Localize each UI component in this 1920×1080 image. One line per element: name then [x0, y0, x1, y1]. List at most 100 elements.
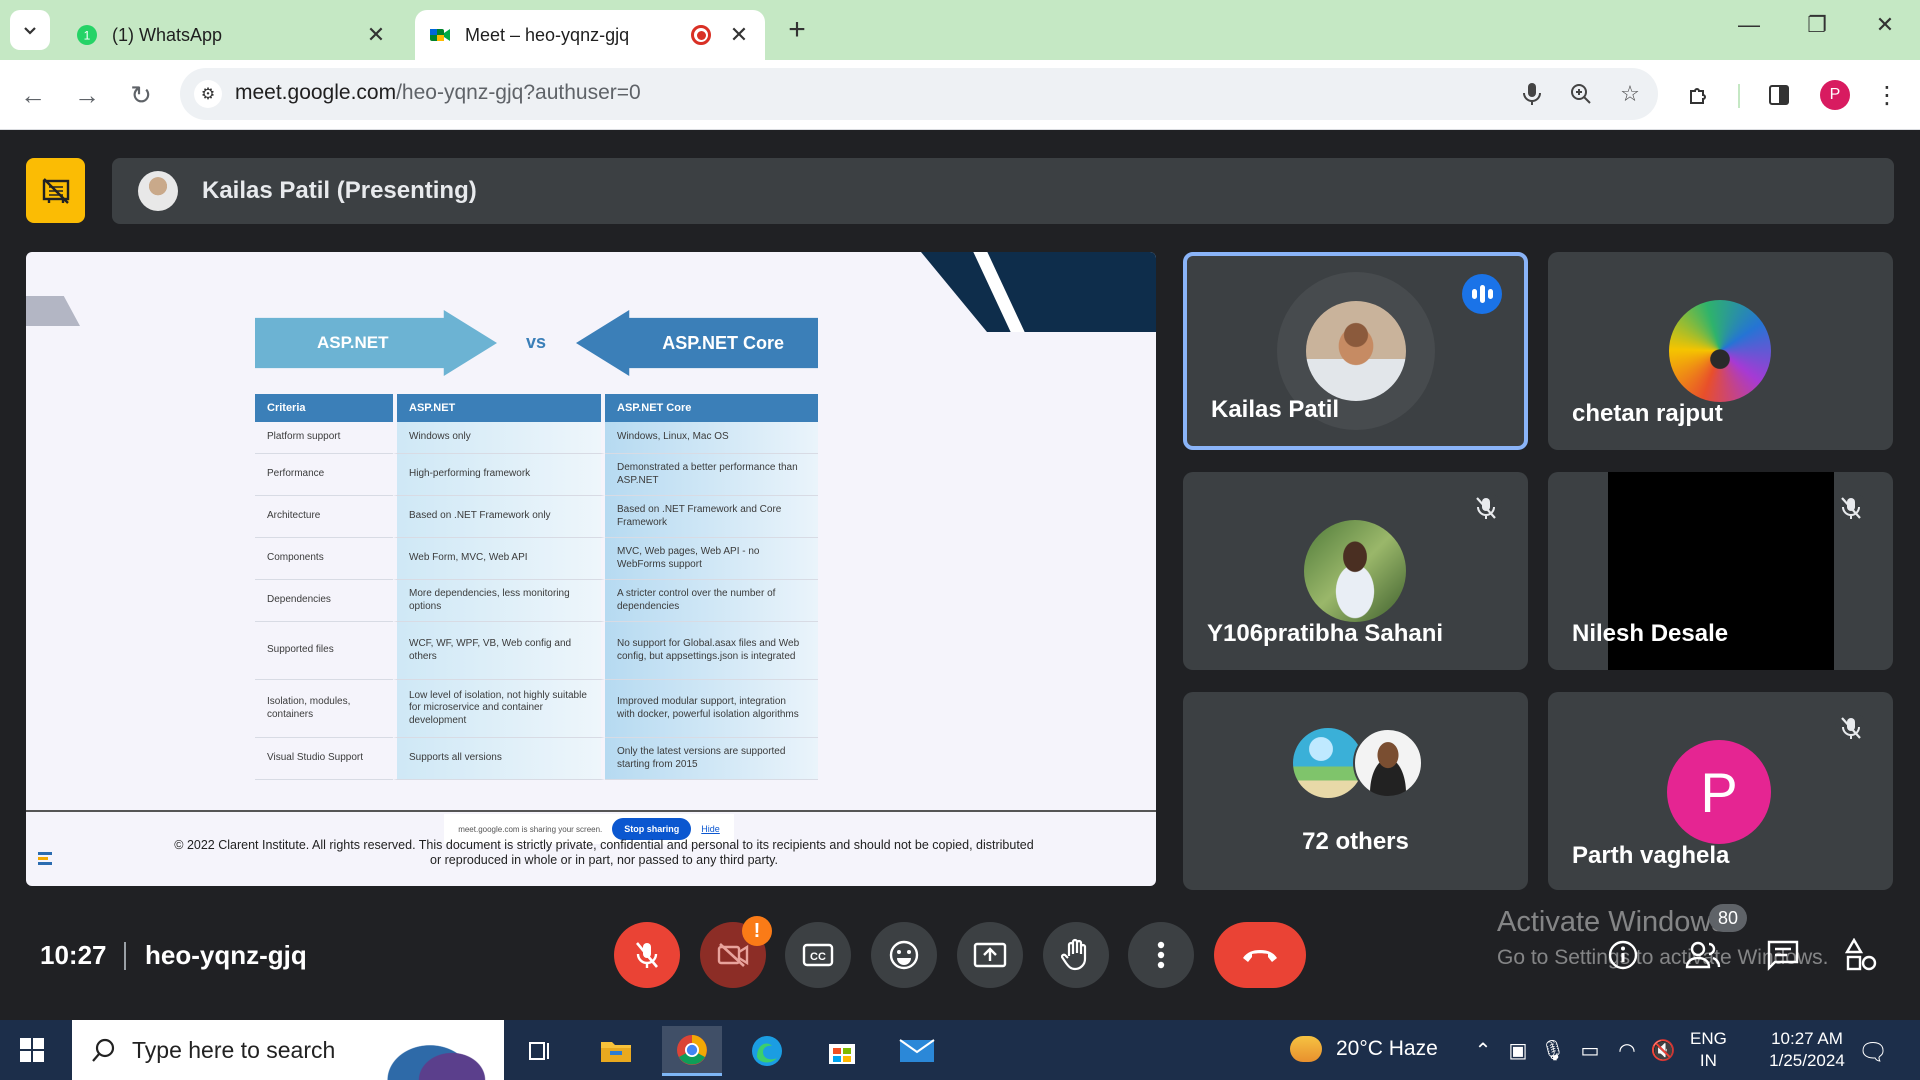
wifi-icon[interactable]: ◠ — [1614, 1038, 1640, 1063]
chat-button[interactable] — [1762, 934, 1804, 976]
extensions-icon[interactable] — [1682, 78, 1716, 112]
microphone-icon[interactable] — [1518, 80, 1546, 108]
participant-tile-nilesh-desale[interactable]: Nilesh Desale — [1548, 472, 1893, 670]
forward-icon[interactable]: → — [70, 78, 104, 112]
captions-button[interactable]: CC — [785, 922, 851, 988]
windows-taskbar: Type here to search 20°C Haze ⌃ ▣ 🎙 ▭ ◠ … — [0, 1020, 1920, 1080]
bookmark-star-icon[interactable]: ☆ — [1616, 80, 1644, 108]
weather-widget[interactable]: 20°C Haze — [1290, 1036, 1438, 1062]
new-tab-button[interactable]: + — [782, 14, 812, 46]
slide-arrow-aspnet: ASP.NET — [255, 310, 497, 376]
table-cell: Platform support — [255, 422, 393, 454]
raise-hand-icon — [1061, 938, 1087, 971]
tab-meet[interactable]: Meet – heo-yqnz-gjq ✕ — [415, 10, 765, 60]
region-code: IN — [1699, 1051, 1717, 1070]
site-info-icon[interactable]: ⚙ — [194, 80, 222, 108]
meeting-clock: 10:27 — [40, 940, 107, 970]
avatar — [1306, 301, 1406, 401]
stop-presenting-badge[interactable] — [26, 158, 85, 223]
close-window-icon[interactable]: ✕ — [1870, 12, 1900, 38]
search-icon — [92, 1038, 115, 1062]
taskbar-time: 10:27 AM — [1771, 1029, 1843, 1048]
toolbar-divider — [1738, 84, 1740, 108]
input-language[interactable]: ENG IN — [1690, 1028, 1727, 1072]
back-icon[interactable]: ← — [16, 78, 50, 112]
reload-icon[interactable]: ↻ — [124, 78, 158, 112]
shared-screen[interactable]: ASP.NET vs ASP.NET Core Criteria ASP.NET… — [26, 252, 1156, 886]
windows-start-icon[interactable] — [20, 1038, 44, 1062]
side-panel-icon[interactable] — [1762, 78, 1796, 112]
participant-name: Y106pratibha Sahani — [1207, 620, 1444, 647]
edge-icon[interactable] — [737, 1026, 797, 1076]
more-options-button[interactable] — [1128, 922, 1194, 988]
search-highlight-art — [386, 1026, 496, 1080]
close-tab-icon[interactable]: ✕ — [364, 22, 388, 48]
taskbar-search-box[interactable]: Type here to search — [72, 1020, 504, 1080]
tab-title: (1) WhatsApp — [112, 24, 223, 45]
emoji-icon — [889, 940, 919, 970]
tab-whatsapp[interactable]: 1 (1) WhatsApp ✕ — [62, 10, 402, 60]
zoom-icon[interactable] — [1567, 80, 1595, 108]
weather-text: 20°C Haze — [1336, 1037, 1438, 1060]
tab-search-button[interactable] — [10, 10, 50, 50]
camera-off-icon — [717, 943, 749, 967]
mail-icon[interactable] — [887, 1026, 947, 1076]
google-meet-icon — [430, 29, 450, 41]
divider — [124, 942, 126, 970]
microphone-toggle-button[interactable] — [614, 922, 680, 988]
minimize-icon[interactable]: — — [1734, 12, 1764, 38]
chrome-icon[interactable] — [662, 1026, 722, 1076]
mic-off-icon — [1835, 712, 1867, 744]
meeting-details-button[interactable] — [1602, 934, 1644, 976]
notifications-icon[interactable]: 🗨 — [1858, 1038, 1888, 1067]
microphone-tray-icon[interactable]: 🎙 — [1540, 1038, 1566, 1063]
table-row: Architecture Based on .NET Framework onl… — [255, 496, 818, 538]
taskbar-clock[interactable]: 10:27 AM 1/25/2024 — [1752, 1028, 1862, 1072]
participant-name: Kailas Patil — [1211, 396, 1340, 423]
restore-icon[interactable]: ❐ — [1802, 12, 1832, 38]
url-text[interactable]: meet.google.com/heo-yqnz-gjq?authuser=0 — [235, 81, 641, 105]
hide-share-notice-link[interactable]: Hide — [701, 824, 720, 834]
profile-avatar[interactable]: P — [1820, 80, 1850, 110]
leave-call-button[interactable] — [1214, 922, 1306, 988]
table-cell: Visual Studio Support — [255, 738, 393, 780]
show-hidden-icons-icon[interactable]: ⌃ — [1470, 1038, 1496, 1063]
activities-button[interactable] — [1840, 934, 1882, 976]
menu-kebab-icon[interactable]: ⋮ — [1870, 78, 1904, 112]
present-screen-icon — [973, 942, 1007, 968]
reactions-button[interactable] — [871, 922, 937, 988]
volume-muted-icon[interactable]: 🔇 — [1650, 1038, 1676, 1063]
table-cell: Only the latest versions are supported s… — [605, 738, 818, 780]
raise-hand-button[interactable] — [1043, 922, 1109, 988]
whatsapp-icon: 1 — [77, 25, 97, 45]
table-cell: Low level of isolation, not highly suita… — [393, 680, 605, 738]
warning-badge-icon: ! — [742, 916, 772, 946]
others-count-label: 72 others — [1302, 828, 1409, 855]
participant-tile-parth-vaghela[interactable]: P Parth vaghela — [1548, 692, 1893, 890]
close-tab-icon[interactable]: ✕ — [727, 22, 751, 48]
table-row: Platform support Windows only Windows, L… — [255, 422, 818, 454]
battery-icon[interactable]: ▭ — [1577, 1038, 1603, 1063]
people-button[interactable] — [1682, 934, 1724, 976]
address-bar[interactable]: ⚙ meet.google.com/heo-yqnz-gjq?authuser=… — [180, 68, 1658, 120]
table-row: Visual Studio Support Supports all versi… — [255, 738, 818, 780]
mic-off-icon — [1835, 492, 1867, 524]
table-row: Dependencies More dependencies, less mon… — [255, 580, 818, 622]
meet-now-icon[interactable]: ▣ — [1505, 1038, 1531, 1063]
participant-tile-others[interactable]: 72 others — [1183, 692, 1528, 890]
table-cell: Supported files — [255, 622, 393, 680]
file-explorer-icon[interactable] — [586, 1026, 646, 1076]
task-view-icon[interactable] — [510, 1026, 570, 1076]
language-code: ENG — [1690, 1029, 1727, 1048]
participant-tile-chetan-rajput[interactable]: chetan rajput — [1548, 252, 1893, 450]
participant-tile-kailas-patil[interactable]: Kailas Patil — [1183, 252, 1528, 450]
camera-toggle-button[interactable]: ! — [700, 916, 772, 988]
participant-tile-y106pratibha-sahani[interactable]: Y106pratibha Sahani — [1183, 472, 1528, 670]
slide-footer: © 2022 Clarent Institute. All rights res… — [84, 838, 1124, 868]
slide-footer-line: or reproduced in whole or in part, nor p… — [430, 853, 778, 867]
stop-sharing-button[interactable]: Stop sharing — [612, 818, 692, 840]
table-cell: Isolation, modules, containers — [255, 680, 393, 738]
table-cell: Web Form, MVC, Web API — [393, 538, 605, 580]
microsoft-store-icon[interactable] — [812, 1026, 872, 1076]
present-screen-button[interactable] — [957, 922, 1023, 988]
